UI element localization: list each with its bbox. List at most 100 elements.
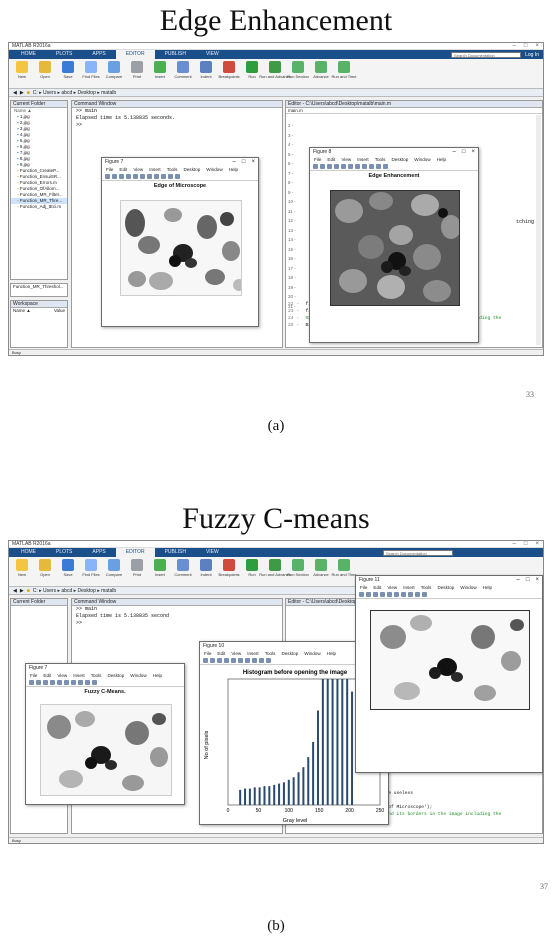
new-figure-icon[interactable] [105,174,110,179]
minimize-icon[interactable]: – [233,158,236,166]
toolstrip-open-button[interactable]: Open [35,61,55,79]
print-icon[interactable] [334,164,339,169]
zoom-in-icon[interactable] [64,680,69,685]
toolstrip-new-button[interactable]: New [12,61,32,79]
brush-icon[interactable] [383,164,388,169]
pointer-icon[interactable] [387,592,392,597]
toolstrip-run-and-time-button[interactable]: Run and Time [332,61,356,79]
menu-desktop[interactable]: Desktop [437,584,454,591]
zoom-in-icon[interactable] [394,592,399,597]
toolstrip-save-button[interactable]: Save [58,61,78,79]
rotate-icon[interactable] [369,164,374,169]
close-icon[interactable]: × [535,43,539,49]
data-cursor-icon[interactable] [266,658,271,663]
print-icon[interactable] [126,174,131,179]
figure-window-edge-enhancement[interactable]: Figure 8 – □ × File Edit View Insert Tools Deskt… [309,147,479,343]
menu-edit[interactable]: Edit [119,166,127,173]
current-path[interactable]: C: ▸ Users ▸ abcd ▸ Desktop ▸ matalb [33,90,116,96]
new-figure-icon[interactable] [203,658,208,663]
tab-publish[interactable]: PUBLISH [155,50,196,59]
pan-icon[interactable] [78,680,83,685]
search-input[interactable]: Search Documentation [383,549,453,556]
menu-view[interactable]: View [133,166,143,173]
toolstrip-run-and-advance-button[interactable]: Run and Advance [259,61,291,79]
tab-home[interactable]: HOME [11,50,46,59]
back-icon[interactable]: ◀ [13,588,17,594]
menu-view[interactable]: View [387,584,397,591]
close-icon[interactable]: × [471,148,475,156]
menu-tools[interactable]: Tools [375,156,386,163]
toolstrip-insert-button[interactable]: Insert [150,61,170,79]
toolstrip-run-section-button[interactable]: Run Section [287,559,309,577]
new-figure-icon[interactable] [359,592,364,597]
folder-icon[interactable]: ■ [27,90,30,96]
menu-edit[interactable]: Edit [373,584,381,591]
minimize-icon[interactable]: – [513,43,516,49]
forward-icon[interactable]: ▶ [20,90,24,96]
minimize-icon[interactable]: – [513,541,516,547]
print-icon[interactable] [50,680,55,685]
figure-window-fuzzy-cmeans[interactable]: Figure 7 File Edit View Insert Tools Desktop W… [25,663,185,805]
save-icon[interactable] [327,164,332,169]
figure-window-edge-microscope[interactable]: Figure 7 – □ × File Edit View Insert Tools Deskt… [101,157,259,327]
toolstrip-print-button[interactable]: Print [127,61,147,79]
menu-insert[interactable]: Insert [357,156,369,163]
close-icon[interactable]: × [251,158,255,166]
menu-desktop[interactable]: Desktop [183,166,200,173]
file-list-item[interactable]: ▫ Function_Adj_tEci.m [11,204,67,210]
menu-file[interactable]: File [314,156,321,163]
menu-window[interactable]: Window [460,584,476,591]
forward-icon[interactable]: ▶ [20,588,24,594]
zoom-out-icon[interactable] [71,680,76,685]
toolstrip-open-button[interactable]: Open [35,559,55,577]
open-icon[interactable] [366,592,371,597]
rotate-icon[interactable] [259,658,264,663]
menu-desktop[interactable]: Desktop [107,672,124,679]
menu-edit[interactable]: Edit [43,672,51,679]
print-icon[interactable] [380,592,385,597]
toolstrip-compare-button[interactable]: Compare [104,559,124,577]
zoom-out-icon[interactable] [355,164,360,169]
save-icon[interactable] [373,592,378,597]
editor-tab-main[interactable]: main.m [288,108,303,113]
rotate-icon[interactable] [85,680,90,685]
current-path[interactable]: C: ▸ Users ▸ abcd ▸ Desktop ▸ matalb [33,588,116,594]
zoom-out-icon[interactable] [245,658,250,663]
menu-desktop[interactable]: Desktop [391,156,408,163]
menu-window[interactable]: Window [130,672,146,679]
tab-plots[interactable]: PLOTS [46,50,82,59]
open-icon[interactable] [320,164,325,169]
menu-view[interactable]: View [57,672,67,679]
maximize-icon[interactable]: □ [462,148,466,156]
zoom-out-icon[interactable] [147,174,152,179]
maximize-icon[interactable]: □ [524,43,528,49]
menu-help[interactable]: Help [483,584,492,591]
pan-icon[interactable] [252,658,257,663]
menu-tools[interactable]: Tools [167,166,178,173]
ws-name-header[interactable]: Name ▲ [13,308,31,313]
menu-window[interactable]: Window [304,650,320,657]
menu-file[interactable]: File [106,166,113,173]
zoom-in-icon[interactable] [238,658,243,663]
pointer-icon[interactable] [133,174,138,179]
toolstrip-run-section-button[interactable]: Run Section [287,61,309,79]
figure-window-result[interactable]: Figure 11 – □ × File Edit View Insert Tools Desk… [355,575,543,773]
maximize-icon[interactable]: □ [524,541,528,547]
zoom-in-icon[interactable] [140,174,145,179]
maximize-icon[interactable]: □ [526,576,530,584]
tab-editor[interactable]: EDITOR [115,548,155,557]
save-icon[interactable] [119,174,124,179]
toolstrip-run-and-time-button[interactable]: Run and Time [332,559,356,577]
toolstrip-breakpoints-button[interactable]: Breakpoints [218,61,240,79]
data-cursor-icon[interactable] [422,592,427,597]
menu-insert[interactable]: Insert [73,672,85,679]
ws-value-header[interactable]: Value [54,308,65,313]
menu-tools[interactable]: Tools [91,672,102,679]
toolstrip-insert-button[interactable]: Insert [150,559,170,577]
login-link[interactable]: Log In [521,52,543,58]
rotate-icon[interactable] [161,174,166,179]
toolstrip-find-files-button[interactable]: Find Files [81,61,101,79]
pan-icon[interactable] [408,592,413,597]
pointer-icon[interactable] [57,680,62,685]
tab-view[interactable]: VIEW [196,548,229,557]
